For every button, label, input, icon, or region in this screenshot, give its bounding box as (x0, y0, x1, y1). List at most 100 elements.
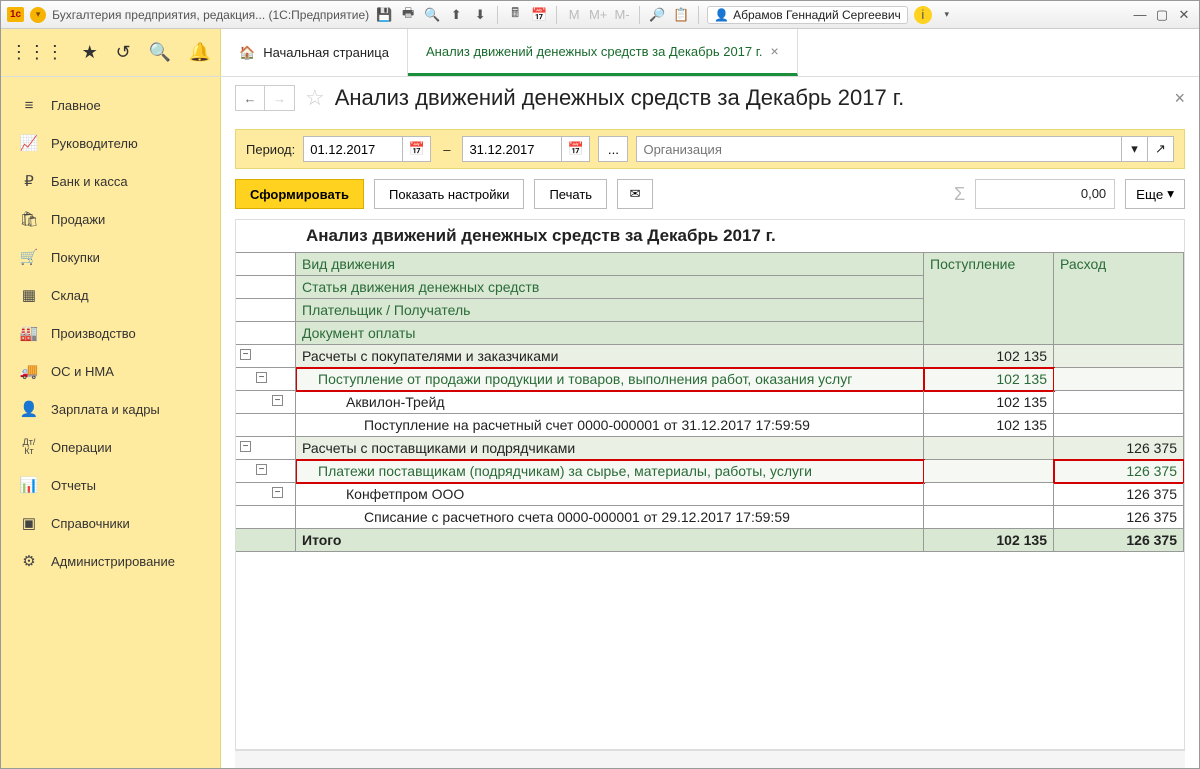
collapse-toggle[interactable]: − (256, 464, 267, 475)
show-settings-button[interactable]: Показать настройки (374, 179, 524, 209)
close-page-button[interactable]: × (1174, 88, 1185, 109)
row-out: 126 375 (1054, 483, 1184, 506)
total-out: 126 375 (1054, 529, 1184, 552)
calendar-to-button[interactable]: 📅 (562, 136, 590, 162)
history-icon[interactable]: ↺ (116, 42, 131, 63)
sidebar-item-catalogs[interactable]: ▣ Справочники (1, 504, 220, 542)
notifications-icon[interactable]: 🔔 (189, 42, 211, 63)
organization-input[interactable] (636, 136, 1122, 162)
save-icon[interactable]: 💾 (375, 6, 393, 24)
minimize-button[interactable]: — (1131, 6, 1149, 24)
header-party: Плательщик / Получатель (296, 299, 924, 322)
run-report-button[interactable]: Сформировать (235, 179, 364, 209)
sidebar-item-hr[interactable]: 👤Зарплата и кадры (1, 390, 220, 428)
sidebar-item-assets[interactable]: 🚚ОС и НМА (1, 352, 220, 390)
collapse-toggle[interactable]: − (256, 372, 267, 383)
row-party: Конфетпром ООО (296, 483, 924, 506)
tab-report-label: Анализ движений денежных средств за Дека… (426, 44, 763, 59)
content-area: ← → ☆ Анализ движений денежных средств з… (221, 77, 1199, 768)
maximize-button[interactable]: ▢ (1153, 6, 1171, 24)
sidebar-item-production[interactable]: 🏭Производство (1, 314, 220, 352)
report-title: Анализ движений денежных средств за Дека… (236, 220, 1184, 253)
export-icon[interactable]: ⬆ (447, 6, 465, 24)
sidebar-item-admin[interactable]: ⚙Администрирование (1, 542, 220, 580)
horizontal-scrollbar[interactable] (235, 750, 1185, 768)
window-titlebar: 1c ▾ Бухгалтерия предприятия, редакция..… (1, 1, 1199, 29)
row-in (924, 483, 1054, 506)
factory-icon: 🏭 (19, 324, 39, 342)
info-icon[interactable]: i (914, 6, 932, 24)
tab-report[interactable]: Анализ движений денежных средств за Дека… (408, 29, 798, 76)
sidebar-item-operations[interactable]: Дт/КтОперации (1, 428, 220, 466)
collapse-toggle[interactable]: − (240, 349, 251, 360)
sidebar-item-sales[interactable]: 🛍Продажи (1, 200, 220, 238)
row-in: 102 135 (924, 414, 1054, 437)
favorite-star-icon[interactable]: ☆ (305, 85, 325, 111)
import-icon[interactable]: ⬇ (471, 6, 489, 24)
organization-dropdown-button[interactable]: ▾ (1122, 136, 1148, 162)
period-picker-button[interactable]: ... (598, 136, 628, 162)
organization-open-button[interactable]: ↗ (1148, 136, 1174, 162)
search-icon[interactable]: 🔍 (148, 42, 170, 63)
sidebar-item-warehouse[interactable]: ▦Склад (1, 276, 220, 314)
header-income: Поступление (924, 253, 1054, 345)
dtkt-icon: Дт/Кт (19, 438, 39, 456)
ruble-icon: ₽ (19, 172, 39, 190)
favorites-icon[interactable]: ★ (82, 42, 98, 63)
nav-back-button[interactable]: ← (235, 85, 265, 111)
collapse-toggle[interactable]: − (272, 487, 283, 498)
email-button[interactable]: ✉ (617, 179, 653, 209)
calendar-icon[interactable]: 📅 (530, 6, 548, 24)
collapse-toggle[interactable]: − (240, 441, 251, 452)
zoom-icon[interactable]: 🔎 (648, 6, 666, 24)
home-icon: 🏠 (239, 45, 255, 61)
row-group: Расчеты с поставщиками и подрядчиками (296, 437, 924, 460)
row-in: 102 135 (924, 391, 1054, 414)
header-expense: Расход (1054, 253, 1184, 345)
bookmark-m-icon[interactable]: M (565, 6, 583, 24)
row-in (924, 506, 1054, 529)
print-icon[interactable]: 🖶 (399, 6, 417, 24)
sum-output: 0,00 (975, 179, 1115, 209)
sidebar-label: Главное (51, 98, 101, 113)
sidebar-label: Руководителю (51, 136, 138, 151)
nav-forward-button[interactable]: → (265, 85, 295, 111)
collapse-toggle[interactable]: − (272, 395, 283, 406)
titlebar-menu-dropdown[interactable]: ▾ (30, 7, 46, 23)
row-sub: Платежи поставщикам (подрядчикам) за сыр… (296, 460, 924, 483)
period-from-input[interactable] (303, 136, 403, 162)
row-doc: Поступление на расчетный счет 0000-00000… (296, 414, 924, 437)
more-button[interactable]: Еще▾ (1125, 179, 1185, 209)
preview-icon[interactable]: 🔍 (423, 6, 441, 24)
tab-home-label: Начальная страница (263, 45, 389, 60)
calc-icon[interactable]: 🖩 (506, 6, 524, 24)
apps-icon[interactable]: ⋮⋮⋮ (10, 42, 64, 63)
info-dropdown[interactable]: ▾ (938, 6, 956, 24)
sidebar-label: Справочники (51, 516, 130, 531)
period-to-input[interactable] (462, 136, 562, 162)
bookmark-mplus-icon[interactable]: M+ (589, 6, 607, 24)
sidebar-item-reports[interactable]: 📊Отчеты (1, 466, 220, 504)
bookmark-mminus-icon[interactable]: M- (613, 6, 631, 24)
user-icon: 👤 (714, 8, 729, 22)
sidebar-item-purchases[interactable]: 🛒Покупки (1, 238, 220, 276)
book-icon: ▣ (19, 514, 39, 532)
action-bar: Сформировать Показать настройки Печать ✉… (235, 179, 1185, 209)
row-out: 126 375 (1054, 460, 1184, 483)
tab-home[interactable]: 🏠 Начальная страница (221, 29, 408, 76)
user-chip[interactable]: 👤 Абрамов Геннадий Сергеевич (707, 6, 908, 24)
sidebar-item-main[interactable]: ≡Главное (1, 87, 220, 124)
report-area: Анализ движений денежных средств за Дека… (235, 219, 1185, 750)
clipboard-icon[interactable]: 📋 (672, 6, 690, 24)
close-window-button[interactable]: ✕ (1175, 6, 1193, 24)
calendar-from-button[interactable]: 📅 (403, 136, 431, 162)
cart-icon: 🛒 (19, 248, 39, 266)
tab-close-icon[interactable]: × (771, 43, 779, 59)
gear-icon: ⚙ (19, 552, 39, 570)
sidebar-item-manager[interactable]: 📈Руководителю (1, 124, 220, 162)
bag-icon: 🛍 (19, 210, 39, 228)
sidebar-item-bank[interactable]: ₽Банк и касса (1, 162, 220, 200)
total-in: 102 135 (924, 529, 1054, 552)
print-button[interactable]: Печать (534, 179, 607, 209)
grid-icon: ▦ (19, 286, 39, 304)
